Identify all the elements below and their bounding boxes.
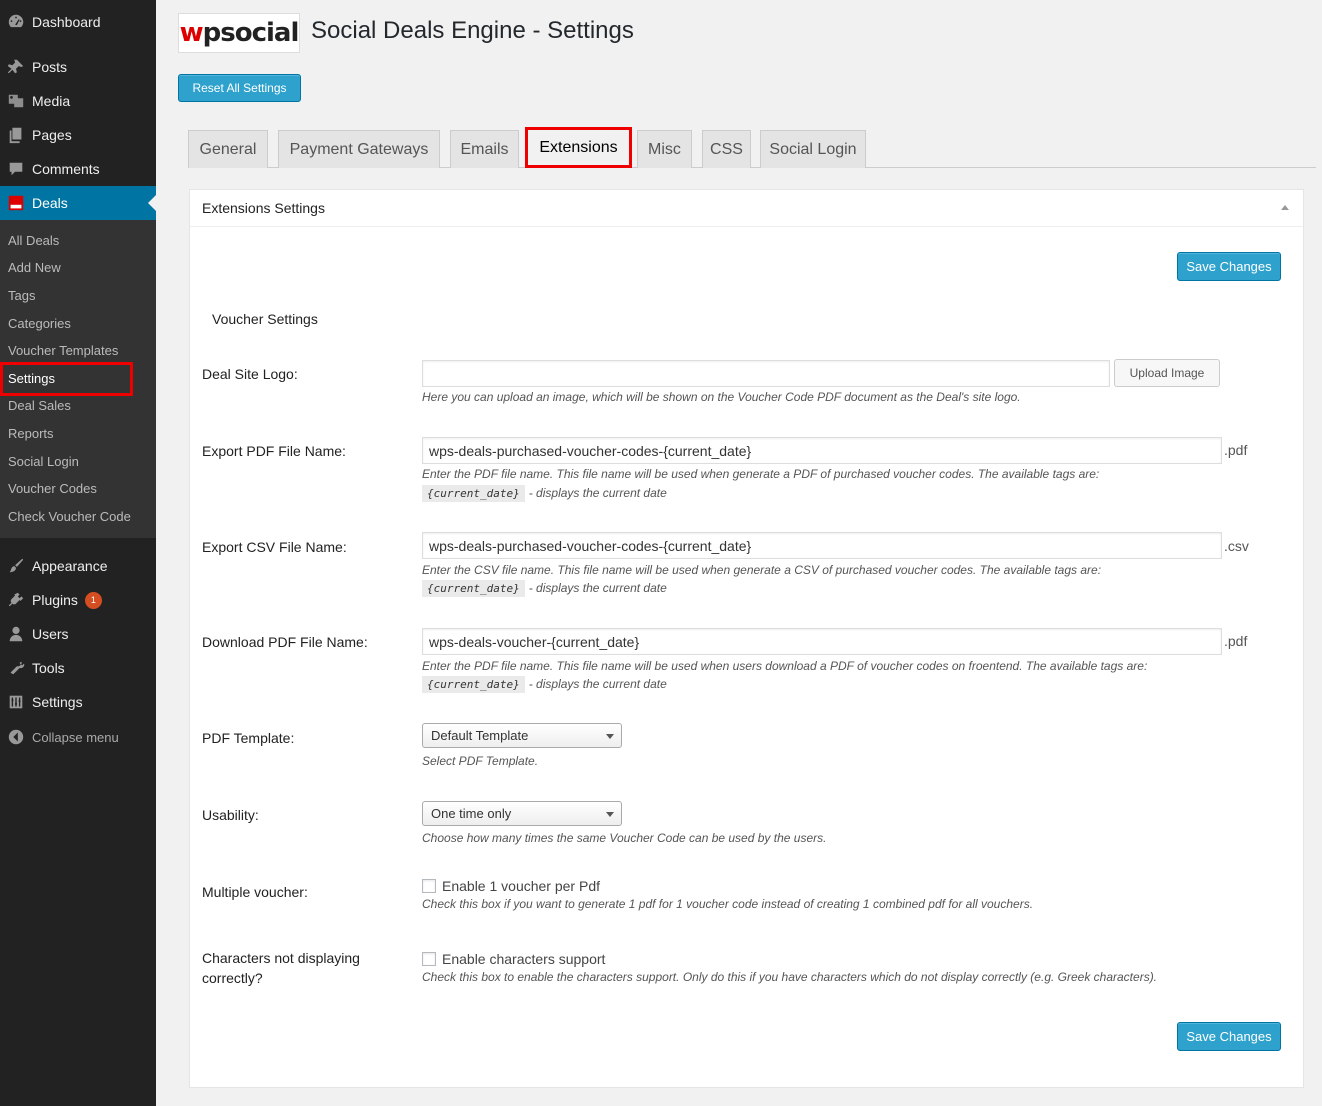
pin-icon (0, 58, 32, 76)
menu-posts[interactable]: Posts (0, 50, 156, 84)
panel-title: Extensions Settings (202, 200, 325, 216)
settings-icon (0, 693, 32, 711)
tab-general[interactable]: General (188, 130, 268, 168)
characters-support-option[interactable]: Enable characters support (422, 951, 605, 967)
current-date-tag: {current_date} (422, 485, 525, 502)
wrench-icon (0, 659, 32, 677)
menu-settings[interactable]: Settings (0, 685, 156, 719)
save-changes-button-top[interactable]: Save Changes (1177, 252, 1281, 281)
export-pdf-tag-row: {current_date} - displays the current dat… (422, 485, 667, 502)
panel-header[interactable]: Extensions Settings (190, 190, 1303, 227)
download-pdf-input[interactable]: wps-deals-voucher-{current_date} (422, 628, 1222, 655)
deal-site-logo-description: Here you can upload an image, which will… (422, 390, 1021, 404)
wpsocial-icon (0, 194, 32, 212)
export-csv-input[interactable]: wps-deals-purchased-voucher-codes-{curre… (422, 532, 1222, 559)
pdf-template-label: PDF Template: (202, 730, 295, 746)
wpsocial-logo: w psocial (178, 13, 300, 53)
export-csv-tag-row: {current_date} - displays the current dat… (422, 580, 667, 597)
menu-media[interactable]: Media (0, 84, 156, 118)
comment-icon (0, 160, 32, 178)
dropdown-caret-icon (606, 812, 614, 817)
tab-social-login[interactable]: Social Login (760, 130, 866, 168)
user-icon (0, 625, 32, 643)
submenu-social-login[interactable]: Social Login (8, 452, 79, 472)
plugin-icon (0, 591, 32, 609)
menu-pages[interactable]: Pages (0, 118, 156, 152)
export-pdf-label: Export PDF File Name: (202, 443, 346, 459)
download-pdf-description: Enter the PDF file name. This file name … (422, 659, 1148, 673)
export-pdf-description: Enter the PDF file name. This file name … (422, 467, 1100, 481)
menu-plugins[interactable]: Plugins 1 (0, 583, 156, 617)
export-pdf-suffix: .pdf (1224, 442, 1248, 458)
characters-label: Characters not displaying (202, 950, 360, 966)
tab-payment-gateways[interactable]: Payment Gateways (278, 130, 440, 168)
multiple-voucher-label: Multiple voucher: (202, 884, 308, 900)
admin-sidebar: Dashboard Posts Media Pages Comments Dea… (0, 0, 156, 1106)
usability-description: Choose how many times the same Voucher C… (422, 831, 827, 845)
paintbrush-icon (0, 557, 32, 575)
submenu-add-new[interactable]: Add New (8, 258, 61, 278)
characters-support-checkbox[interactable] (422, 952, 436, 966)
dropdown-caret-icon (606, 734, 614, 739)
pdf-template-description: Select PDF Template. (422, 754, 539, 768)
multiple-voucher-description: Check this box if you want to generate 1… (422, 897, 1034, 911)
menu-users[interactable]: Users (0, 617, 156, 651)
tab-css[interactable]: CSS (702, 130, 751, 168)
deal-site-logo-label: Deal Site Logo: (202, 366, 298, 382)
download-pdf-tag-row: {current_date} - displays the current dat… (422, 676, 667, 693)
submenu-deal-sales[interactable]: Deal Sales (8, 396, 71, 416)
pages-icon (0, 126, 32, 144)
submenu-all-deals[interactable]: All Deals (8, 231, 59, 251)
export-csv-description: Enter the CSV file name. This file name … (422, 563, 1102, 577)
characters-description: Check this box to enable the characters … (422, 970, 1158, 984)
tab-emails[interactable]: Emails (450, 130, 519, 168)
multiple-voucher-option[interactable]: Enable 1 voucher per Pdf (422, 878, 600, 894)
submenu-check-voucher-code[interactable]: Check Voucher Code (8, 507, 131, 527)
pdf-template-select[interactable]: Default Template (422, 723, 622, 748)
menu-tools[interactable]: Tools (0, 651, 156, 685)
tab-extensions[interactable]: Extensions (525, 127, 632, 168)
deal-site-logo-input[interactable] (422, 360, 1110, 387)
submenu-reports[interactable]: Reports (8, 424, 54, 444)
tab-misc[interactable]: Misc (637, 130, 692, 168)
media-icon (0, 92, 32, 110)
menu-dashboard[interactable]: Dashboard (0, 5, 156, 39)
download-pdf-label: Download PDF File Name: (202, 634, 368, 650)
current-date-tag: {current_date} (422, 676, 525, 693)
submenu-voucher-codes[interactable]: Voucher Codes (8, 479, 97, 499)
menu-comments[interactable]: Comments (0, 152, 156, 186)
reset-all-settings-button[interactable]: Reset All Settings (178, 74, 301, 102)
dashboard-icon (0, 13, 32, 31)
current-date-tag: {current_date} (422, 580, 525, 597)
multiple-voucher-checkbox[interactable] (422, 879, 436, 893)
upload-image-button[interactable]: Upload Image (1114, 359, 1220, 387)
collapse-panel-icon[interactable] (1281, 205, 1289, 210)
plugins-update-badge: 1 (84, 591, 102, 609)
characters-label-line2: correctly? (202, 970, 263, 986)
export-pdf-input[interactable]: wps-deals-purchased-voucher-codes-{curre… (422, 437, 1222, 464)
submenu-categories[interactable]: Categories (8, 314, 71, 334)
export-csv-suffix: .csv (1224, 538, 1249, 554)
submenu-tags[interactable]: Tags (8, 286, 35, 306)
deals-submenu: All Deals Add New Tags Categories Vouche… (0, 220, 156, 538)
submenu-voucher-templates[interactable]: Voucher Templates (8, 341, 118, 361)
usability-label: Usability: (202, 807, 259, 823)
voucher-settings-heading: Voucher Settings (212, 311, 318, 327)
collapse-arrow-icon (0, 728, 32, 746)
menu-appearance[interactable]: Appearance (0, 549, 156, 583)
page-title: Social Deals Engine - Settings (311, 17, 634, 44)
submenu-settings[interactable]: Settings (8, 369, 55, 389)
menu-deals[interactable]: Deals (0, 186, 156, 220)
download-pdf-suffix: .pdf (1224, 633, 1248, 649)
usability-select[interactable]: One time only (422, 801, 622, 826)
collapse-menu-button[interactable]: Collapse menu (0, 720, 156, 754)
save-changes-button-bottom[interactable]: Save Changes (1177, 1022, 1281, 1051)
export-csv-label: Export CSV File Name: (202, 539, 347, 555)
